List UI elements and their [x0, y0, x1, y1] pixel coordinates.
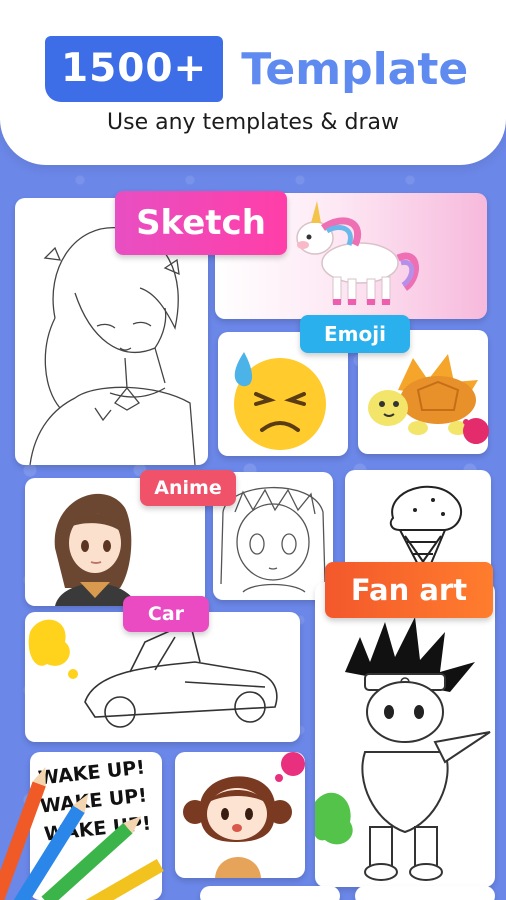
bottom-partial-card-2[interactable]	[355, 886, 495, 900]
pink-splash	[463, 418, 489, 444]
fan-art-card[interactable]	[315, 582, 495, 887]
anime-label[interactable]: Anime	[140, 470, 236, 506]
chibi-girl-illustration	[183, 752, 305, 878]
chibi-girl-card[interactable]	[175, 752, 305, 878]
fan-art-label[interactable]: Fan art	[325, 562, 493, 618]
subtitle-text: Use any templates & draw	[107, 110, 399, 135]
template-count-badge: 1500+	[45, 36, 224, 102]
car-label[interactable]: Car	[123, 596, 209, 632]
colored-pencils-illustration	[0, 767, 164, 900]
title-text: Template	[241, 43, 469, 95]
emoji-label[interactable]: Emoji	[300, 315, 410, 353]
header-panel: 1500+ Template Use any templates & draw	[0, 0, 506, 165]
bottom-partial-card-1[interactable]	[200, 886, 340, 900]
fan-art-illustration	[315, 617, 491, 881]
title-row: 1500+ Template	[45, 36, 468, 102]
sketch-label[interactable]: Sketch	[115, 191, 287, 255]
